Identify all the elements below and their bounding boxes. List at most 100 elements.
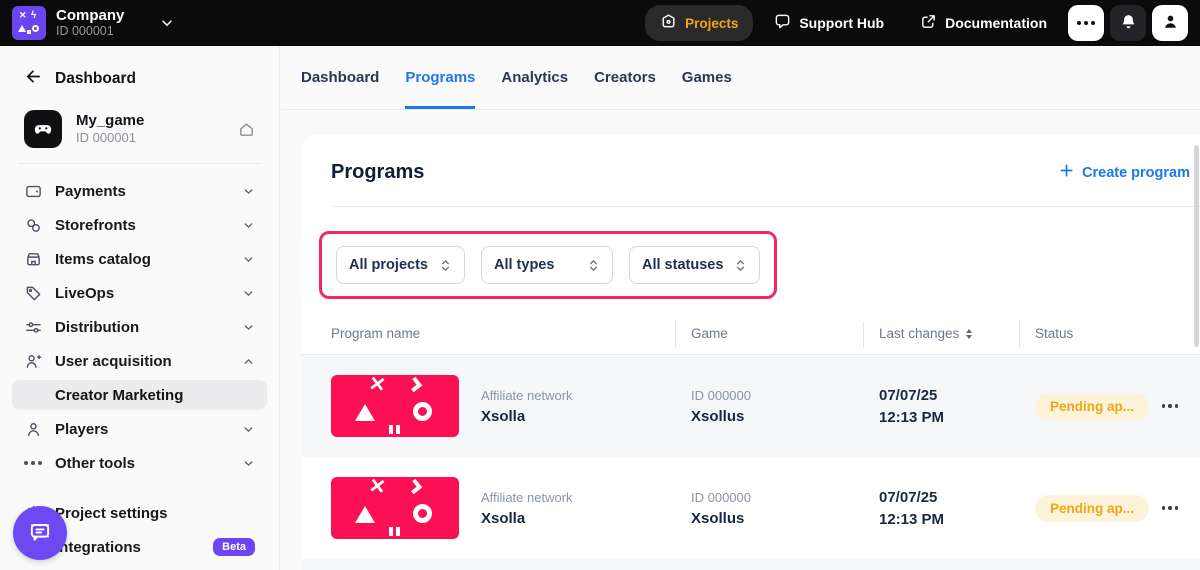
top-bar: ✕ϟ Company ID 000001 Projects: [0, 0, 1200, 46]
arrow-left-icon: [24, 68, 41, 90]
support-hub-button[interactable]: Support Hub: [759, 5, 899, 41]
filters-highlight-annotation: All projects All types All statuses: [319, 231, 777, 299]
change-date: 07/07/25: [879, 489, 1019, 506]
chevron-down-icon: [242, 219, 255, 232]
app-window: ✕ϟ Company ID 000001 Projects: [0, 0, 1200, 570]
status-cell: Pending ap...: [1019, 393, 1200, 420]
tab-analytics[interactable]: Analytics: [501, 46, 568, 109]
sidebar-item-payments[interactable]: Payments: [0, 174, 279, 208]
table-row[interactable]: ✕ Affiliate network Xsolla ID 000000 Xso…: [301, 457, 1200, 559]
main-content: Dashboard Programs Analytics Creators Ga…: [281, 46, 1200, 570]
chat-fab-button[interactable]: [13, 506, 67, 560]
company-id: ID 000001: [56, 24, 124, 38]
create-program-button[interactable]: Create program: [1059, 163, 1190, 182]
status-badge: Pending ap...: [1035, 495, 1149, 522]
sidebar-item-creator-marketing[interactable]: Creator Marketing: [12, 380, 267, 410]
program-name: Xsolla: [481, 408, 573, 425]
filter-statuses-select[interactable]: All statuses: [629, 246, 760, 284]
card-header: Programs Create program: [301, 135, 1200, 184]
project-info: My_game ID 000001: [76, 112, 144, 147]
sidebar-item-label: Distribution: [55, 319, 139, 336]
documentation-button[interactable]: Documentation: [905, 5, 1062, 41]
change-time: 12:13 PM: [879, 409, 1019, 426]
game-name: Xsollus: [691, 408, 863, 425]
person-plus-icon: [24, 353, 42, 370]
more-apps-button[interactable]: [1068, 5, 1104, 41]
chevron-down-icon: [242, 321, 255, 334]
page-title: Programs: [331, 161, 424, 184]
gamepad-icon: [24, 110, 62, 148]
project-id: ID 000001: [76, 130, 144, 146]
company-name: Company: [56, 7, 124, 24]
sidebar-item-players[interactable]: Players: [0, 412, 279, 446]
programs-card: Programs Create program All projects: [301, 135, 1200, 570]
sidebar-item-other-tools[interactable]: Other tools: [0, 446, 279, 480]
tab-games[interactable]: Games: [682, 46, 732, 109]
program-type: Affiliate network: [481, 388, 573, 403]
sidebar-item-label: Storefronts: [55, 217, 136, 234]
change-date: 07/07/25: [879, 387, 1019, 404]
projects-button[interactable]: Projects: [645, 5, 753, 41]
filter-types-select[interactable]: All types: [481, 246, 613, 284]
last-changes-cell: 07/07/25 12:13 PM: [863, 489, 1019, 528]
chevron-down-icon[interactable]: [160, 16, 174, 30]
person-icon: [24, 421, 42, 438]
sidebar-item-label: Payments: [55, 183, 126, 200]
program-thumbnail-xsolla-logo: ✕: [331, 477, 459, 539]
filter-projects-value: All projects: [349, 257, 428, 273]
game-cell: ID 000000 Xsollus: [675, 388, 863, 425]
sidebar-item-user-acquisition[interactable]: User acquisition: [0, 344, 279, 378]
chat-bubble-icon: [774, 13, 791, 33]
projects-icon: [660, 13, 677, 33]
sidebar-item-items-catalog[interactable]: Items catalog: [0, 242, 279, 276]
row-menu-button[interactable]: [1160, 502, 1181, 514]
sidebar-item-distribution[interactable]: Distribution: [0, 310, 279, 344]
sort-icon: [966, 329, 972, 339]
chevron-down-icon: [242, 287, 255, 300]
column-status: Status: [1019, 326, 1200, 341]
column-game: Game: [675, 326, 863, 341]
tab-dashboard[interactable]: Dashboard: [301, 46, 379, 109]
game-name: Xsollus: [691, 510, 863, 527]
program-cell: ✕ Affiliate network Xsolla: [301, 477, 675, 539]
tab-creators[interactable]: Creators: [594, 46, 656, 109]
table-row[interactable]: ✕ Affiliate network Xsolla ID 000000 Xso…: [301, 355, 1200, 457]
last-changes-cell: 07/07/25 12:13 PM: [863, 387, 1019, 426]
sidebar-item-label: Integrations: [55, 539, 141, 556]
filter-projects-select[interactable]: All projects: [336, 246, 465, 284]
vertical-scrollbar[interactable]: [1194, 145, 1199, 347]
support-hub-label: Support Hub: [799, 15, 884, 31]
sidebar-item-liveops[interactable]: LiveOps: [0, 276, 279, 310]
chevron-updown-icon: [587, 258, 600, 273]
sidebar: Dashboard My_game ID 000001 Payments: [0, 46, 280, 570]
top-nav: Projects Support Hub Documentation: [645, 5, 1188, 41]
notifications-button[interactable]: [1110, 5, 1146, 41]
sidebar-item-label: Other tools: [55, 455, 135, 472]
game-id: ID 000000: [691, 490, 863, 505]
section-tabs: Dashboard Programs Analytics Creators Ga…: [281, 46, 1200, 110]
back-to-dashboard[interactable]: Dashboard: [0, 64, 279, 94]
column-last-changes[interactable]: Last changes: [863, 326, 1019, 341]
row-menu-button[interactable]: [1160, 400, 1181, 412]
back-label: Dashboard: [55, 70, 136, 88]
project-switcher[interactable]: My_game ID 000001: [24, 110, 255, 148]
sidebar-item-label: Items catalog: [55, 251, 151, 268]
company-logo-icon: ✕ϟ: [12, 6, 46, 40]
home-icon[interactable]: [238, 121, 255, 138]
project-name: My_game: [76, 112, 144, 131]
wallet-icon: [24, 183, 42, 200]
tab-programs[interactable]: Programs: [405, 46, 475, 109]
tag-icon: [24, 285, 42, 302]
status-cell: Pending ap...: [1019, 495, 1200, 522]
change-time: 12:13 PM: [879, 511, 1019, 528]
sidebar-divider: [18, 163, 261, 164]
chat-bubble-icon: [26, 518, 54, 549]
coins-icon: [24, 217, 42, 234]
company-switcher[interactable]: ✕ϟ Company ID 000001: [12, 6, 174, 40]
person-icon: [1162, 13, 1179, 33]
account-button[interactable]: [1152, 5, 1188, 41]
program-cell: ✕ Affiliate network Xsolla: [301, 375, 675, 437]
chevron-updown-icon: [734, 258, 747, 273]
sidebar-item-storefronts[interactable]: Storefronts: [0, 208, 279, 242]
projects-label: Projects: [685, 16, 738, 31]
